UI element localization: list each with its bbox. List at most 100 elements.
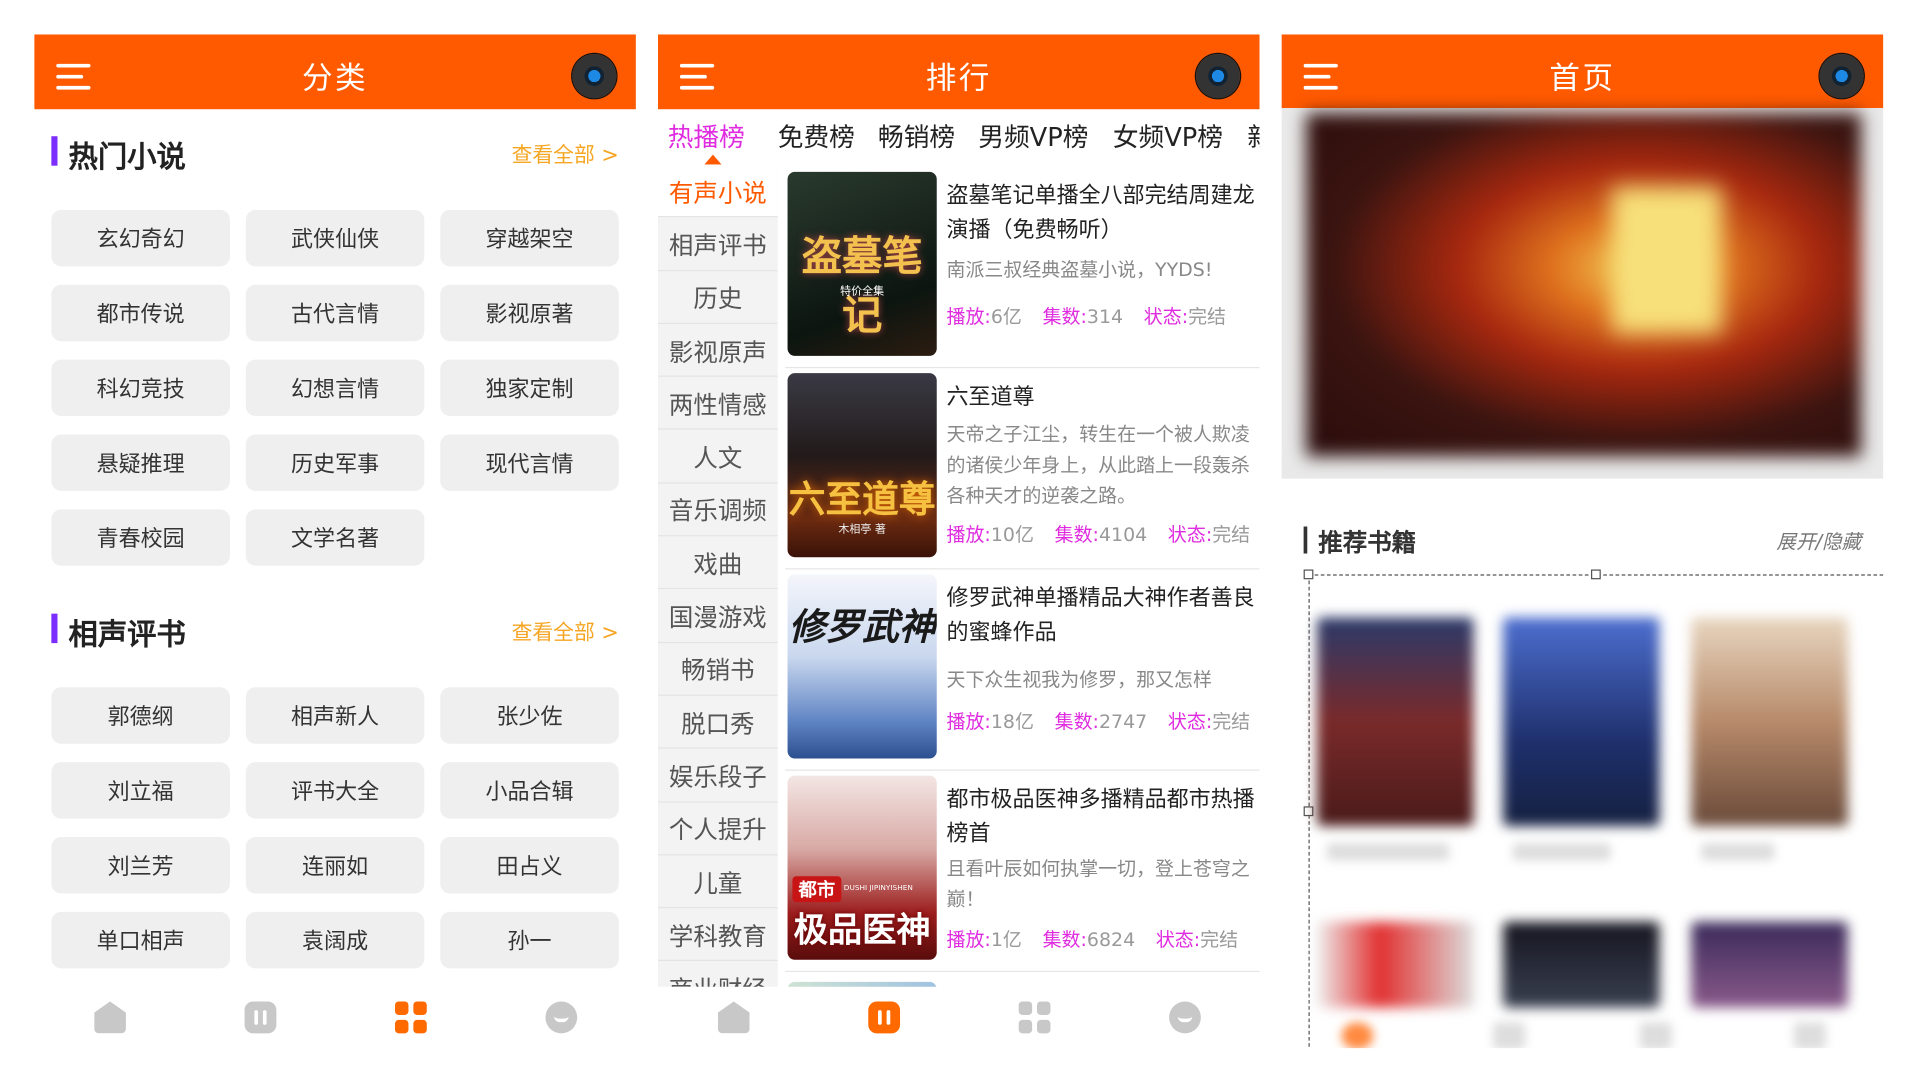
recommended-book[interactable] [1317, 617, 1474, 826]
sidebar-item[interactable]: 娱乐段子 [657, 749, 778, 803]
category-tag[interactable]: 小品合辑 [440, 762, 619, 819]
category-tag[interactable]: 郭德纲 [51, 687, 230, 744]
book-title: 都市极品医神多播精品都市热播榜首 [946, 786, 1255, 847]
recommended-book-title [1701, 843, 1775, 861]
category-icon [1639, 1022, 1672, 1049]
sidebar-item[interactable]: 畅销书 [657, 643, 778, 696]
recommended-book[interactable] [1502, 617, 1660, 826]
sidebar-item[interactable]: 人文 [657, 430, 778, 484]
recommended-book[interactable] [1317, 921, 1474, 1008]
profile-icon[interactable] [1169, 1001, 1201, 1034]
book-cover: 盗墓笔记 特价全集 [787, 171, 937, 356]
category-icon[interactable] [394, 1001, 427, 1034]
view-all-link[interactable]: 查看全部 > [512, 615, 619, 646]
sidebar-item[interactable]: 脱口秀 [657, 696, 778, 749]
sidebar-item[interactable]: 个人提升 [657, 802, 778, 856]
category-tag[interactable]: 玄幻奇幻 [51, 209, 230, 267]
recommend-books-grid [1303, 569, 1884, 1049]
book-meta: 播放:1亿 集数:6824 状态:完结 [946, 929, 1239, 952]
sidebar-item[interactable]: 戏曲 [657, 536, 778, 590]
view-all-link[interactable]: 查看全部 > [512, 137, 619, 169]
category-tag[interactable]: 袁阔成 [245, 911, 425, 969]
sidebar-item[interactable]: 儿童 [657, 855, 778, 909]
section-marker [1303, 526, 1308, 554]
book-cover: 六至道尊 木相亭 著 [787, 373, 937, 558]
voice-icon[interactable] [868, 1001, 901, 1034]
book-row[interactable]: 修罗武神 修罗武神单播精品大神作者善良的蜜蜂作品 天下众生视我为修罗，那又怎样 … [785, 569, 1260, 771]
now-playing-disc-icon[interactable] [1195, 54, 1241, 99]
tab-male-vip[interactable]: 男频VP榜 [978, 118, 1088, 155]
category-tag[interactable]: 历史军事 [245, 434, 425, 491]
category-tag[interactable]: 悬疑推理 [51, 434, 230, 491]
recommended-book[interactable] [1691, 617, 1848, 826]
category-tag[interactable]: 刘兰芳 [51, 837, 230, 894]
home-icon[interactable] [94, 1001, 126, 1034]
profile-icon[interactable] [545, 1001, 578, 1034]
now-playing-disc-icon[interactable] [1819, 54, 1864, 99]
section-marker [51, 613, 58, 644]
tag-grid-crosstalk: 郭德纲 相声新人 张少佐 刘立福 评书大全 小品合辑 刘兰芳 连丽如 田占义 单… [51, 687, 621, 969]
now-playing-disc-icon[interactable] [572, 54, 617, 99]
sidebar-item[interactable]: 音乐调频 [657, 483, 778, 537]
sidebar-item[interactable]: 相声评书 [657, 218, 778, 271]
page-title: 分类 [302, 60, 369, 96]
tab-female-vip[interactable]: 女频VP榜 [1113, 118, 1223, 155]
recommended-book[interactable] [1691, 921, 1848, 1008]
selection-handle [1590, 569, 1601, 580]
category-tag[interactable]: 都市传说 [51, 284, 230, 342]
category-tag[interactable]: 田占义 [440, 837, 619, 894]
book-row[interactable]: 六至道尊 木相亭 著 六至道尊 天帝之子江尘，转生在一个被人欺凌的诸侯少年身上，… [785, 368, 1260, 570]
category-tag[interactable]: 武侠仙侠 [245, 209, 425, 267]
section-title: 热门小说 [68, 139, 186, 175]
home-icon[interactable] [717, 1001, 750, 1034]
category-tag[interactable]: 评书大全 [245, 762, 425, 819]
cover-badge: 都市 [792, 876, 842, 903]
book-row[interactable]: 都市 极品医神 DUSHI JIPINYISHEN 都市极品医神多播精品都市热播… [785, 771, 1260, 973]
tab-bestseller[interactable]: 畅销榜 [878, 118, 955, 155]
banner-image [1306, 112, 1862, 457]
category-tag[interactable]: 影视原著 [440, 284, 619, 342]
sidebar-item[interactable]: 有声小说 [657, 164, 778, 218]
profile-icon [1793, 1022, 1826, 1049]
category-tag[interactable]: 张少佐 [440, 687, 619, 744]
category-tag[interactable]: 科幻竞技 [51, 359, 230, 417]
section-title: 推荐书籍 [1318, 527, 1417, 558]
category-tag[interactable]: 相声新人 [245, 687, 425, 744]
home-screen: 首页 推荐书籍 展开/隐藏 [1281, 34, 1884, 1049]
recommended-book[interactable] [1502, 921, 1660, 1008]
recommended-book-title [1512, 843, 1611, 861]
category-tag[interactable]: 刘立福 [51, 762, 230, 819]
sidebar-item[interactable]: 国漫游戏 [657, 590, 778, 643]
cover-subtitle: 木相亭 著 [838, 524, 886, 537]
expand-collapse-toggle[interactable]: 展开/隐藏 [1776, 525, 1861, 554]
book-description: 南派三叔经典盗墓小说，YYDS! [946, 258, 1213, 282]
book-description: 天下众生视我为修罗，那又怎样 [946, 668, 1212, 691]
tab-new[interactable]: 新 [1247, 118, 1259, 155]
category-icon[interactable] [1018, 1001, 1051, 1034]
bottom-tab-bar [34, 986, 636, 1049]
sidebar-item[interactable]: 影视原声 [657, 324, 778, 378]
category-tag[interactable]: 幻想言情 [245, 359, 425, 417]
category-tag[interactable]: 文学名著 [245, 509, 425, 566]
cover-title: 六至道尊 [788, 478, 936, 522]
cover-subtitle: 特价全集 [840, 285, 885, 299]
voice-icon[interactable] [244, 1001, 277, 1034]
category-tag[interactable]: 现代言情 [440, 434, 619, 491]
tab-hot[interactable]: 热播榜 [668, 118, 745, 155]
sidebar-item[interactable]: 学科教育 [657, 908, 778, 962]
category-tag[interactable]: 青春校园 [51, 509, 230, 566]
category-tag[interactable]: 单口相声 [51, 911, 230, 969]
category-tag[interactable]: 独家定制 [440, 359, 619, 417]
category-tag[interactable]: 古代言情 [245, 284, 425, 342]
sidebar-item[interactable]: 历史 [657, 271, 778, 324]
section-header-novels: 热门小说 查看全部 > [51, 133, 619, 174]
category-tag[interactable]: 连丽如 [245, 837, 425, 894]
category-tag[interactable]: 穿越架空 [440, 209, 619, 267]
book-meta: 播放:18亿 集数:2747 状态:完结 [946, 710, 1251, 733]
banner-carousel[interactable] [1281, 108, 1884, 479]
book-row[interactable]: 盗墓笔记 特价全集 盗墓笔记单播全八部完结周建龙演播（免费畅听） 南派三叔经典盗… [785, 167, 1260, 369]
tab-free[interactable]: 免费榜 [778, 118, 855, 155]
sidebar-item[interactable]: 两性情感 [657, 377, 778, 431]
category-tag[interactable]: 孙一 [440, 911, 619, 969]
section-marker [51, 136, 58, 166]
